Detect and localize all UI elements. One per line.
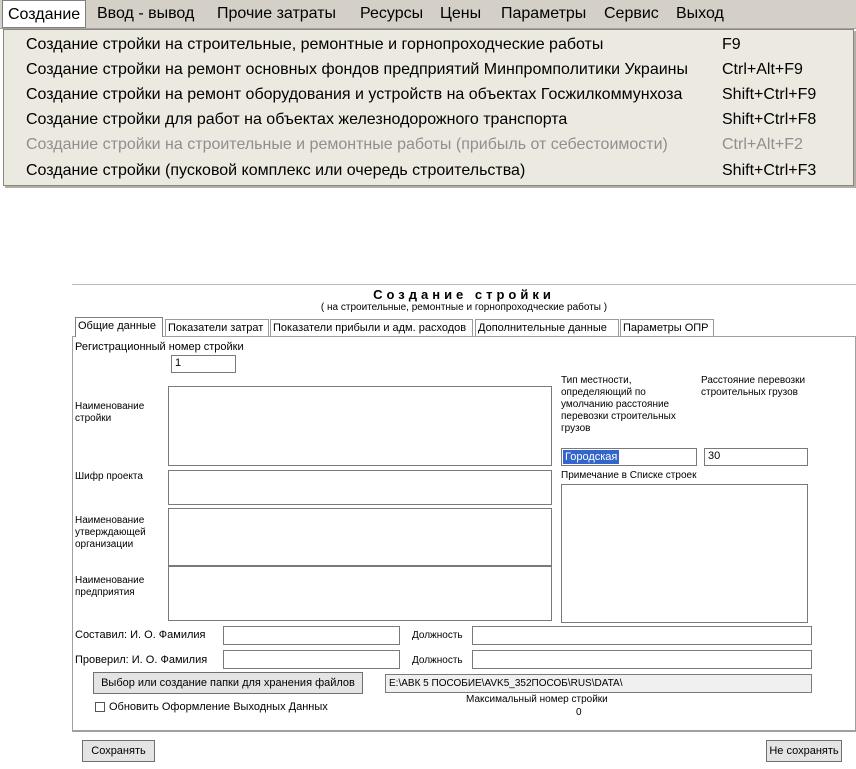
menu-item-create-launch-complex[interactable]: Создание стройки (пусковой комплекс или … (4, 158, 853, 184)
menu-item-shortcut: F9 (722, 36, 741, 53)
enterprise-input[interactable] (168, 566, 552, 621)
menu-item-create-profit-cost: Создание стройки на строительные и ремон… (4, 132, 853, 158)
approving-org-input[interactable] (168, 508, 552, 566)
menu-item-label: Создание стройки на строительные, ремонт… (26, 36, 604, 53)
tab-opr-parameters[interactable]: Параметры ОПР (620, 319, 714, 336)
menu-parameters[interactable]: Параметры (501, 0, 586, 28)
note-input[interactable] (561, 484, 808, 623)
create-construction-dialog: Создание стройки ( на строительные, ремо… (72, 284, 856, 769)
dialog-subtitle: ( на строительные, ремонтные и горнопрох… (320, 302, 608, 313)
reg-number-input[interactable]: 1 (171, 355, 236, 373)
max-number-label: Максимальный номер стройки (466, 694, 608, 705)
enterprise-label: Наименование предприятия (75, 575, 145, 598)
max-number-value: 0 (576, 707, 582, 718)
construction-name-input[interactable] (168, 386, 552, 466)
distance-label: Расстояние перевозки строительных грузов (701, 375, 806, 398)
dialog-top-border (72, 284, 856, 285)
terrain-type-select[interactable]: Городская (561, 448, 697, 466)
menu-item-create-repair-fixed-assets[interactable]: Создание стройки на ремонт основных фонд… (4, 57, 853, 83)
tab-cost-indicators[interactable]: Показатели затрат (165, 319, 269, 336)
folder-path-field: E:\АВК 5 ПОСОБИЕ\AVK5_352ПОСОБ\RUS\DATA\ (385, 674, 812, 693)
menu-item-label: Создание стройки на ремонт оборудования … (26, 86, 683, 103)
dialog-title: Создание стройки (373, 287, 555, 302)
terrain-type-value: Городская (563, 450, 620, 464)
checked-position-input[interactable] (472, 650, 812, 669)
create-menu-dropdown: Создание стройки на строительные, ремонт… (3, 29, 854, 186)
tab-general-data[interactable]: Общие данные (75, 317, 163, 337)
menu-other-costs[interactable]: Прочие затраты (217, 0, 336, 28)
checked-by-input[interactable] (223, 650, 400, 669)
project-cipher-label: Шифр проекта (75, 471, 143, 482)
menu-item-label: Создание стройки для работ на объектах ж… (26, 111, 568, 128)
project-cipher-input[interactable] (168, 470, 552, 505)
select-folder-button[interactable]: Выбор или создание папки для хранения фа… (93, 672, 363, 694)
note-label: Примечание в Списке строек (561, 470, 697, 481)
composed-by-label: Составил: И. О. Фамилия (75, 629, 206, 641)
menu-item-create-railway[interactable]: Создание стройки для работ на объектах ж… (4, 107, 853, 133)
menu-item-shortcut: Shift+Ctrl+F9 (722, 86, 817, 103)
menu-item-shortcut: Ctrl+Alt+F9 (722, 61, 803, 78)
tab-additional-data[interactable]: Дополнительные данные (475, 319, 619, 336)
composed-position-input[interactable] (472, 626, 812, 645)
checked-position-label: Должность (412, 655, 463, 666)
checked-by-label: Проверил: И. О. Фамилия (75, 654, 208, 666)
construction-name-label: Наименование стройки (75, 401, 145, 424)
menu-service[interactable]: Сервис (604, 0, 659, 28)
update-output-label: Обновить Оформление Выходных Данных (109, 701, 328, 713)
dont-save-button[interactable]: Не сохранять (766, 740, 842, 762)
menu-item-label: Создание стройки (пусковой комплекс или … (26, 162, 526, 179)
approving-org-label: Наименование утверждающей организации (75, 515, 146, 550)
bottom-separator (72, 731, 856, 732)
menu-item-shortcut: Shift+Ctrl+F3 (722, 162, 817, 179)
menu-item-label: Создание стройки на строительные и ремон… (26, 136, 668, 153)
menu-resources[interactable]: Ресурсы (360, 0, 423, 28)
composed-position-label: Должность (412, 630, 463, 641)
reg-number-label: Регистрационный номер стройки (75, 341, 244, 353)
update-output-checkbox[interactable] (95, 702, 105, 712)
distance-input[interactable]: 30 (704, 448, 808, 466)
menu-prices[interactable]: Цены (440, 0, 481, 28)
menu-item-shortcut: Shift+Ctrl+F8 (722, 111, 817, 128)
terrain-type-label: Тип местности, определяющий по умолчанию… (561, 375, 676, 434)
menu-exit[interactable]: Выход (676, 0, 724, 28)
menu-item-create-construction[interactable]: Создание стройки на строительные, ремонт… (4, 32, 853, 58)
save-button[interactable]: Сохранять (82, 740, 155, 762)
tab-profit-indicators[interactable]: Показатели прибыли и адм. расходов (270, 319, 473, 336)
menu-item-create-repair-equipment[interactable]: Создание стройки на ремонт оборудования … (4, 82, 853, 108)
menu-input-output[interactable]: Ввод - вывод (97, 0, 194, 28)
menu-item-shortcut: Ctrl+Alt+F2 (722, 136, 803, 153)
composed-by-input[interactable] (223, 626, 400, 645)
menu-item-label: Создание стройки на ремонт основных фонд… (26, 61, 688, 78)
menu-create[interactable]: Создание (2, 0, 87, 28)
menu-bar: Создание Ввод - вывод Прочие затраты Рес… (0, 0, 856, 29)
